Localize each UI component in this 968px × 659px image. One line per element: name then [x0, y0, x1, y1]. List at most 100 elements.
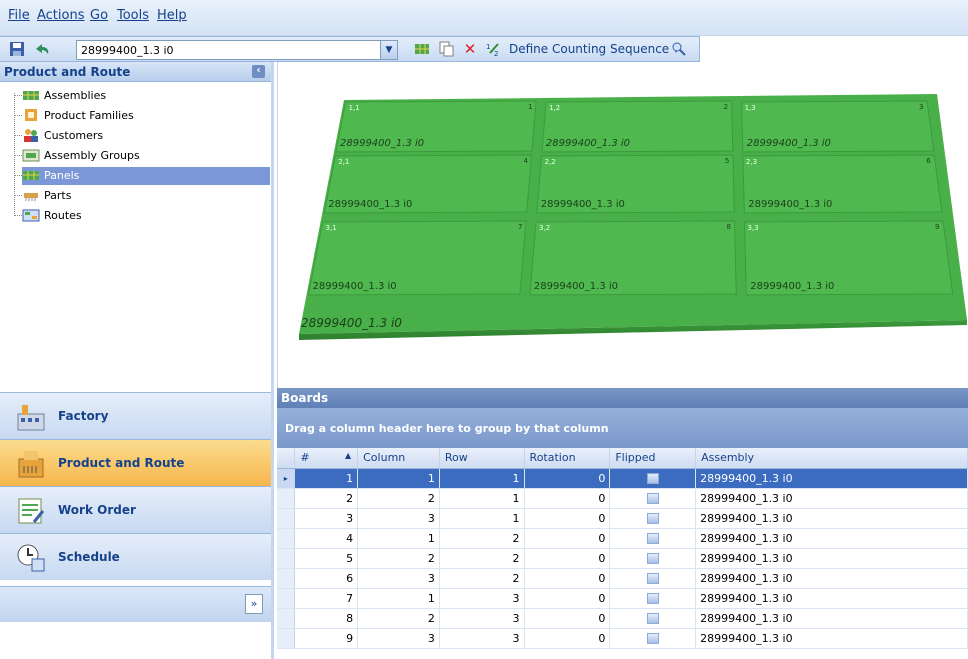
cell-row[interactable]: 2	[439, 528, 525, 549]
cell-number[interactable]: 6	[294, 568, 359, 589]
cell-flipped[interactable]	[609, 608, 697, 629]
tree-item-customers[interactable]: Customers	[22, 127, 270, 145]
tree-item-panels[interactable]: Panels	[22, 167, 270, 185]
save-icon[interactable]	[8, 40, 26, 58]
cell-assembly[interactable]: 28999400_1.3 i0	[695, 568, 968, 589]
cell-column[interactable]: 3	[357, 628, 440, 649]
cell-row[interactable]: 3	[439, 628, 525, 649]
expand-nav-icon[interactable]: »	[245, 594, 263, 614]
cell-flipped[interactable]	[609, 528, 697, 549]
tree-item-product-families[interactable]: Product Families	[22, 107, 270, 125]
cell-row[interactable]: 3	[439, 588, 525, 609]
cell-row[interactable]: 3	[439, 608, 525, 629]
define-counting-sequence-button[interactable]: Define Counting Sequence ▾	[509, 42, 679, 56]
cell-rotation[interactable]: 0	[524, 568, 611, 589]
cell-column[interactable]: 1	[357, 528, 440, 549]
flipped-checkbox[interactable]	[646, 533, 659, 544]
group-by-area[interactable]: Drag a column header here to group by th…	[277, 408, 968, 448]
cell-flipped[interactable]	[609, 548, 697, 569]
menu-tools[interactable]: Tools	[117, 8, 149, 23]
cell-column[interactable]: 2	[357, 488, 440, 509]
table-row[interactable]: 5 2 2 0 28999400_1.3 i0	[277, 548, 968, 569]
menu-help[interactable]: Help	[157, 8, 187, 23]
cell-assembly[interactable]: 28999400_1.3 i0	[695, 628, 968, 649]
cell-row[interactable]: 1	[439, 508, 525, 529]
delete-icon[interactable]: ✕	[461, 40, 479, 58]
column-header-assembly[interactable]: Assembly	[695, 448, 968, 469]
table-row[interactable]: 6 3 2 0 28999400_1.3 i0	[277, 568, 968, 589]
table-row[interactable]: ▸ 1 1 1 0 28999400_1.3 i0	[277, 468, 968, 489]
tree-item-assembly-groups[interactable]: Assembly Groups	[22, 147, 270, 165]
cell-rotation[interactable]: 0	[524, 528, 611, 549]
cell-flipped[interactable]	[609, 568, 697, 589]
row-selector[interactable]	[277, 508, 296, 529]
menu-file[interactable]: File	[8, 8, 30, 23]
cell-rotation[interactable]: 0	[524, 488, 611, 509]
flipped-checkbox[interactable]	[646, 473, 659, 484]
table-row[interactable]: 8 2 3 0 28999400_1.3 i0	[277, 608, 968, 629]
flipped-checkbox[interactable]	[646, 573, 659, 584]
table-row[interactable]: 4 1 2 0 28999400_1.3 i0	[277, 528, 968, 549]
cell-number[interactable]: 2	[294, 488, 359, 509]
cell-row[interactable]: 1	[439, 488, 525, 509]
cell-flipped[interactable]	[609, 628, 697, 649]
zoom-icon[interactable]	[670, 40, 688, 58]
cell-rotation[interactable]: 0	[524, 468, 611, 489]
tree-item-assemblies[interactable]: Assemblies	[22, 87, 270, 105]
copy-icon[interactable]	[437, 40, 455, 58]
row-selector[interactable]	[277, 488, 296, 509]
row-selector[interactable]	[277, 568, 296, 589]
cell-number[interactable]: 9	[294, 628, 359, 649]
menu-actions[interactable]: Actions	[37, 8, 85, 23]
cell-assembly[interactable]: 28999400_1.3 i0	[695, 588, 968, 609]
cell-rotation[interactable]: 0	[524, 508, 611, 529]
counting-sequence-icon[interactable]: 12	[485, 40, 503, 58]
cell-column[interactable]: 1	[357, 588, 440, 609]
chevron-down-icon[interactable]: ▼	[380, 41, 397, 59]
flipped-checkbox[interactable]	[646, 593, 659, 604]
tree-item-parts[interactable]: Parts	[22, 187, 270, 205]
cell-number[interactable]: 8	[294, 608, 359, 629]
nav-product-route-button[interactable]: Product and Route	[0, 439, 271, 486]
cell-column[interactable]: 3	[357, 568, 440, 589]
column-header-column[interactable]: Column	[357, 448, 440, 469]
cell-rotation[interactable]: 0	[524, 548, 611, 569]
flipped-checkbox[interactable]	[646, 613, 659, 624]
cell-column[interactable]: 2	[357, 608, 440, 629]
flipped-checkbox[interactable]	[646, 493, 659, 504]
nav-work-order-button[interactable]: Work Order	[0, 486, 271, 533]
nav-schedule-button[interactable]: Schedule	[0, 533, 271, 580]
cell-rotation[interactable]: 0	[524, 608, 611, 629]
cell-rotation[interactable]: 0	[524, 628, 611, 649]
flipped-checkbox[interactable]	[646, 633, 659, 644]
cell-column[interactable]: 2	[357, 548, 440, 569]
collapse-panel-icon[interactable]: ‹	[252, 65, 265, 78]
panel-grid-icon[interactable]	[413, 40, 431, 58]
table-row[interactable]: 2 2 1 0 28999400_1.3 i0	[277, 488, 968, 509]
cell-assembly[interactable]: 28999400_1.3 i0	[695, 468, 968, 489]
cell-flipped[interactable]	[609, 468, 697, 489]
cell-assembly[interactable]: 28999400_1.3 i0	[695, 488, 968, 509]
cell-flipped[interactable]	[609, 508, 697, 529]
cell-row[interactable]: 2	[439, 548, 525, 569]
cell-number[interactable]: 4	[294, 528, 359, 549]
cell-column[interactable]: 1	[357, 468, 440, 489]
row-selector[interactable]	[277, 588, 296, 609]
nav-factory-button[interactable]: Factory	[0, 392, 271, 439]
table-row[interactable]: 9 3 3 0 28999400_1.3 i0	[277, 628, 968, 649]
cell-number[interactable]: 5	[294, 548, 359, 569]
cell-assembly[interactable]: 28999400_1.3 i0	[695, 528, 968, 549]
undo-icon[interactable]	[33, 40, 51, 58]
cell-number[interactable]: 7	[294, 588, 359, 609]
row-selector[interactable]	[277, 548, 296, 569]
flipped-checkbox[interactable]	[646, 513, 659, 524]
cell-row[interactable]: 1	[439, 468, 525, 489]
column-header-number[interactable]: # ▲	[294, 448, 359, 469]
menu-go[interactable]: Go	[90, 8, 108, 23]
row-selector[interactable]: ▸	[277, 468, 296, 489]
cell-column[interactable]: 3	[357, 508, 440, 529]
assembly-combo[interactable]: 28999400_1.3 i0 ▼	[76, 40, 398, 60]
column-header-flipped[interactable]: Flipped	[609, 448, 697, 469]
cell-rotation[interactable]: 0	[524, 588, 611, 609]
tree-item-routes[interactable]: Routes	[22, 207, 270, 225]
